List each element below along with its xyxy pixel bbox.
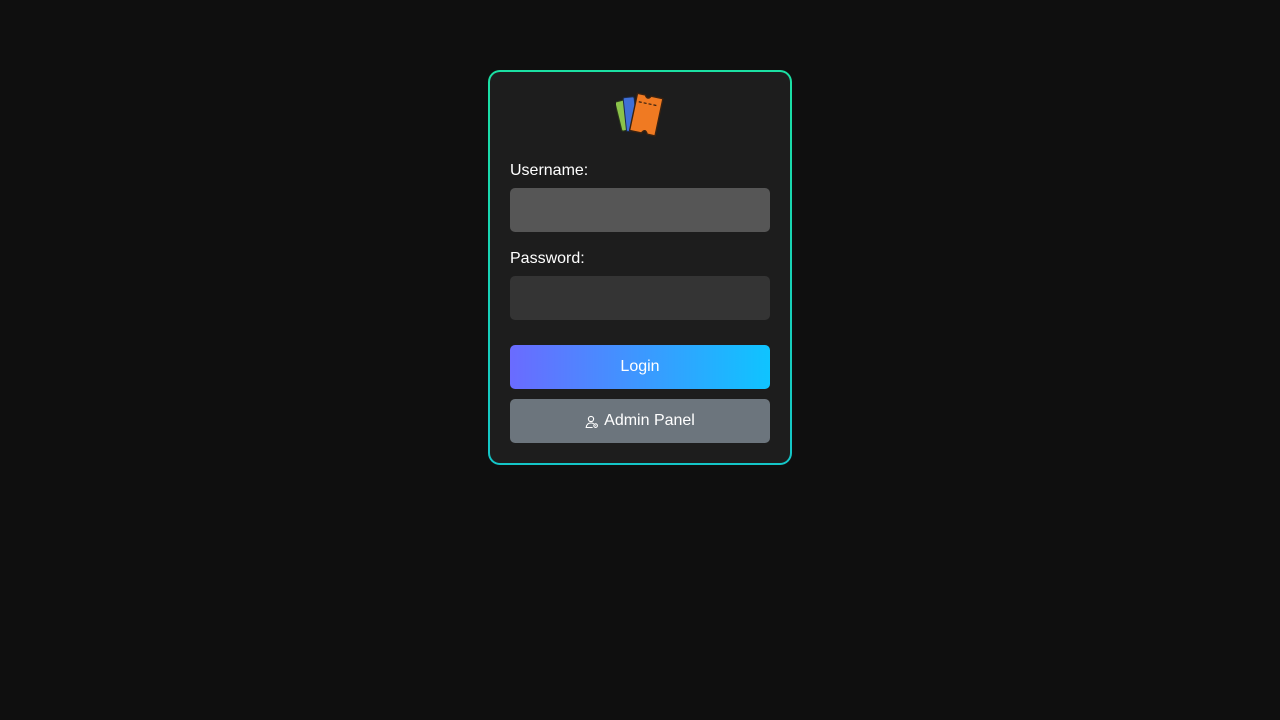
- tickets-icon: [614, 92, 666, 140]
- person-gear-icon: [585, 415, 599, 429]
- password-label: Password:: [510, 250, 585, 267]
- username-label: Username:: [510, 162, 589, 179]
- password-input[interactable]: [510, 276, 770, 320]
- admin-panel-button-label: Admin Panel: [604, 412, 695, 429]
- login-button-label: Login: [620, 358, 660, 375]
- login-card: Username: Password: Login Admin Panel: [488, 70, 792, 465]
- login-button[interactable]: Login: [510, 345, 770, 389]
- admin-panel-button[interactable]: Admin Panel: [510, 399, 770, 443]
- login-card-body: Username: Password: Login Admin Panel: [490, 72, 790, 463]
- username-input[interactable]: [510, 188, 770, 232]
